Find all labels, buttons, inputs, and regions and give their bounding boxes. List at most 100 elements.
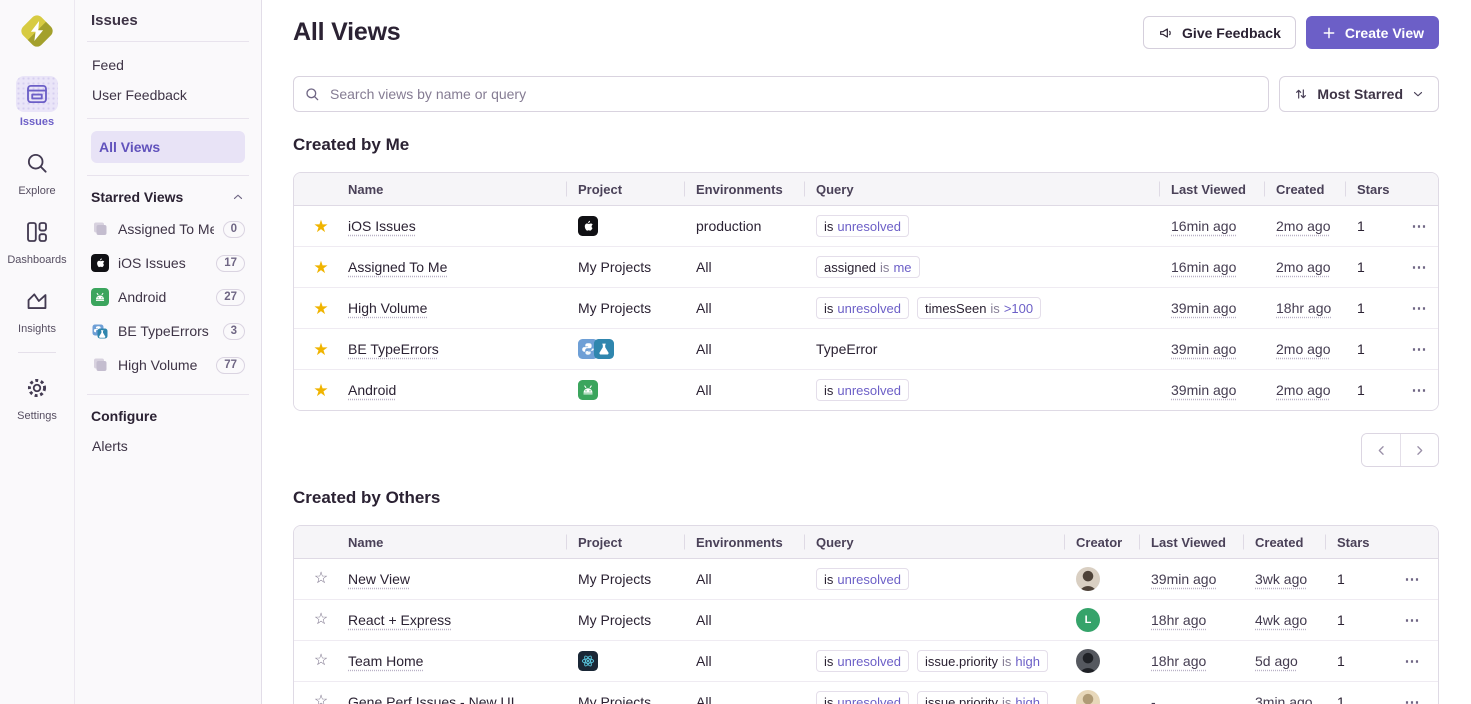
last-viewed-value: 16min ago [1171,218,1236,234]
stars-count-cell: 1 [1345,247,1401,287]
rail-item-settings[interactable]: Settings [16,370,58,422]
created-cell: 2mo ago [1264,329,1345,369]
environment-label: All [696,694,712,704]
last-viewed-cell: 39min ago [1159,288,1264,328]
sort-dropdown[interactable]: Most Starred [1279,76,1439,112]
project-android-icon [91,288,109,306]
stars-count-cell: 1 [1325,600,1387,640]
query-token: is [824,572,833,587]
query-token: high [1015,695,1040,704]
search-input[interactable] [293,76,1269,112]
query-cell: isunresolvedissue.priorityishigh [804,641,1064,681]
query-cell: isunresolvedtimesSeenis>100 [804,288,1159,328]
last-viewed-value: - [1151,694,1156,704]
row-overflow-button[interactable]: ⋯ [1405,652,1421,670]
settings-icon-box [16,370,58,406]
starred-view-label: High Volume [118,357,197,373]
query-chip: issue.priorityishigh [917,650,1048,672]
environments-cell: All [684,247,804,287]
next-page-button[interactable] [1400,434,1438,466]
view-name-link[interactable]: New View [348,571,410,587]
star-filled-icon[interactable]: ★ [313,382,328,399]
star-outline-icon[interactable]: ☆ [314,694,328,704]
star-outline-icon[interactable]: ☆ [314,571,328,587]
view-name-link[interactable]: High Volume [348,300,427,316]
star-cell: ★ [294,247,348,287]
rail-item-dashboards[interactable]: Dashboards [7,214,66,266]
sidebar-item-feed[interactable]: Feed [91,50,245,80]
row-overflow-button[interactable]: ⋯ [1405,693,1421,704]
star-filled-icon[interactable]: ★ [313,300,328,317]
column-header-query: Query [804,526,1064,558]
view-name-link[interactable]: Android [348,382,396,398]
last-viewed-cell: 18hr ago [1139,600,1243,640]
rail-item-issues[interactable]: Issues [16,76,58,128]
view-name-link[interactable]: BE TypeErrors [348,341,439,357]
starred-view-assigned-to-me[interactable]: Assigned To Me0 [91,212,245,246]
last-viewed-cell: 39min ago [1159,329,1264,369]
query-cell [804,600,1064,640]
starred-views-header[interactable]: Starred Views [91,189,245,205]
view-name-link[interactable]: Assigned To Me [348,259,447,275]
issues-sidebar: Issues FeedUser Feedback All Views Starr… [75,0,262,704]
row-overflow-button[interactable]: ⋯ [1412,258,1428,276]
sidebar-item-all-views[interactable]: All Views [91,131,245,163]
view-name-link[interactable]: Team Home [348,653,423,669]
project-label: My Projects [578,571,651,587]
star-outline-icon[interactable]: ☆ [314,653,328,669]
view-name-link[interactable]: Gene Perf Issues - New UI [348,694,515,704]
project-react-icon [578,651,598,671]
row-overflow-button[interactable]: ⋯ [1412,299,1428,317]
star-filled-icon[interactable]: ★ [313,341,328,358]
query-chip: issue.priorityishigh [917,691,1048,704]
give-feedback-label: Give Feedback [1182,25,1281,41]
view-name-link[interactable]: React + Express [348,612,451,628]
issue-count-badge: 17 [216,255,245,272]
row-menu-cell: ⋯ [1401,247,1438,287]
project-python-flask-icon [91,322,109,340]
starred-view-be-typeerrors[interactable]: BE TypeErrors3 [91,314,245,348]
toolbar: Most Starred [293,76,1439,112]
project-cell [566,206,684,246]
give-feedback-button[interactable]: Give Feedback [1143,16,1296,49]
star-filled-icon[interactable]: ★ [313,259,328,276]
chevron-up-icon [231,190,245,204]
stars-count: 1 [1337,612,1345,628]
star-cell: ★ [294,329,348,369]
environments-cell: All [684,559,804,599]
issues-icon-box [16,76,58,112]
prev-page-button[interactable] [1362,434,1400,466]
created-value: 4wk ago [1255,612,1307,628]
starred-view-android[interactable]: Android27 [91,280,245,314]
environment-label: All [696,653,712,669]
starred-view-ios-issues[interactable]: iOS Issues17 [91,246,245,280]
name-cell: New View [348,559,566,599]
create-view-button[interactable]: Create View [1306,16,1439,49]
query-chips: TypeError [816,341,877,357]
row-overflow-button[interactable]: ⋯ [1412,381,1428,399]
sidebar-item-alerts[interactable]: Alerts [91,431,245,461]
sort-arrows-icon [1293,86,1309,102]
star-outline-icon[interactable]: ☆ [314,612,328,628]
created-cell: 2mo ago [1264,247,1345,287]
last-viewed-value: 39min ago [1151,571,1216,587]
star-filled-icon[interactable]: ★ [313,218,328,235]
row-overflow-button[interactable]: ⋯ [1412,340,1428,358]
row-overflow-button[interactable]: ⋯ [1405,611,1421,629]
row-overflow-button[interactable]: ⋯ [1412,217,1428,235]
created-value: 2mo ago [1276,382,1330,398]
starred-view-high-volume[interactable]: High Volume77 [91,348,245,382]
row-overflow-button[interactable]: ⋯ [1405,570,1421,588]
created-value: 5d ago [1255,653,1298,669]
dashboards-icon [24,219,50,245]
query-chips: isunresolvedtimesSeenis>100 [816,297,1041,319]
stars-count: 1 [1337,653,1345,669]
rail-item-insights[interactable]: Insights [16,283,58,335]
created-cell: 5d ago [1243,641,1325,681]
chevron-right-icon [1412,443,1427,458]
view-name-link[interactable]: iOS Issues [348,218,416,234]
sidebar-item-user-feedback[interactable]: User Feedback [91,80,245,110]
sentry-logo[interactable] [16,10,58,52]
query-token: is [824,654,833,669]
rail-item-explore[interactable]: Explore [16,145,58,197]
